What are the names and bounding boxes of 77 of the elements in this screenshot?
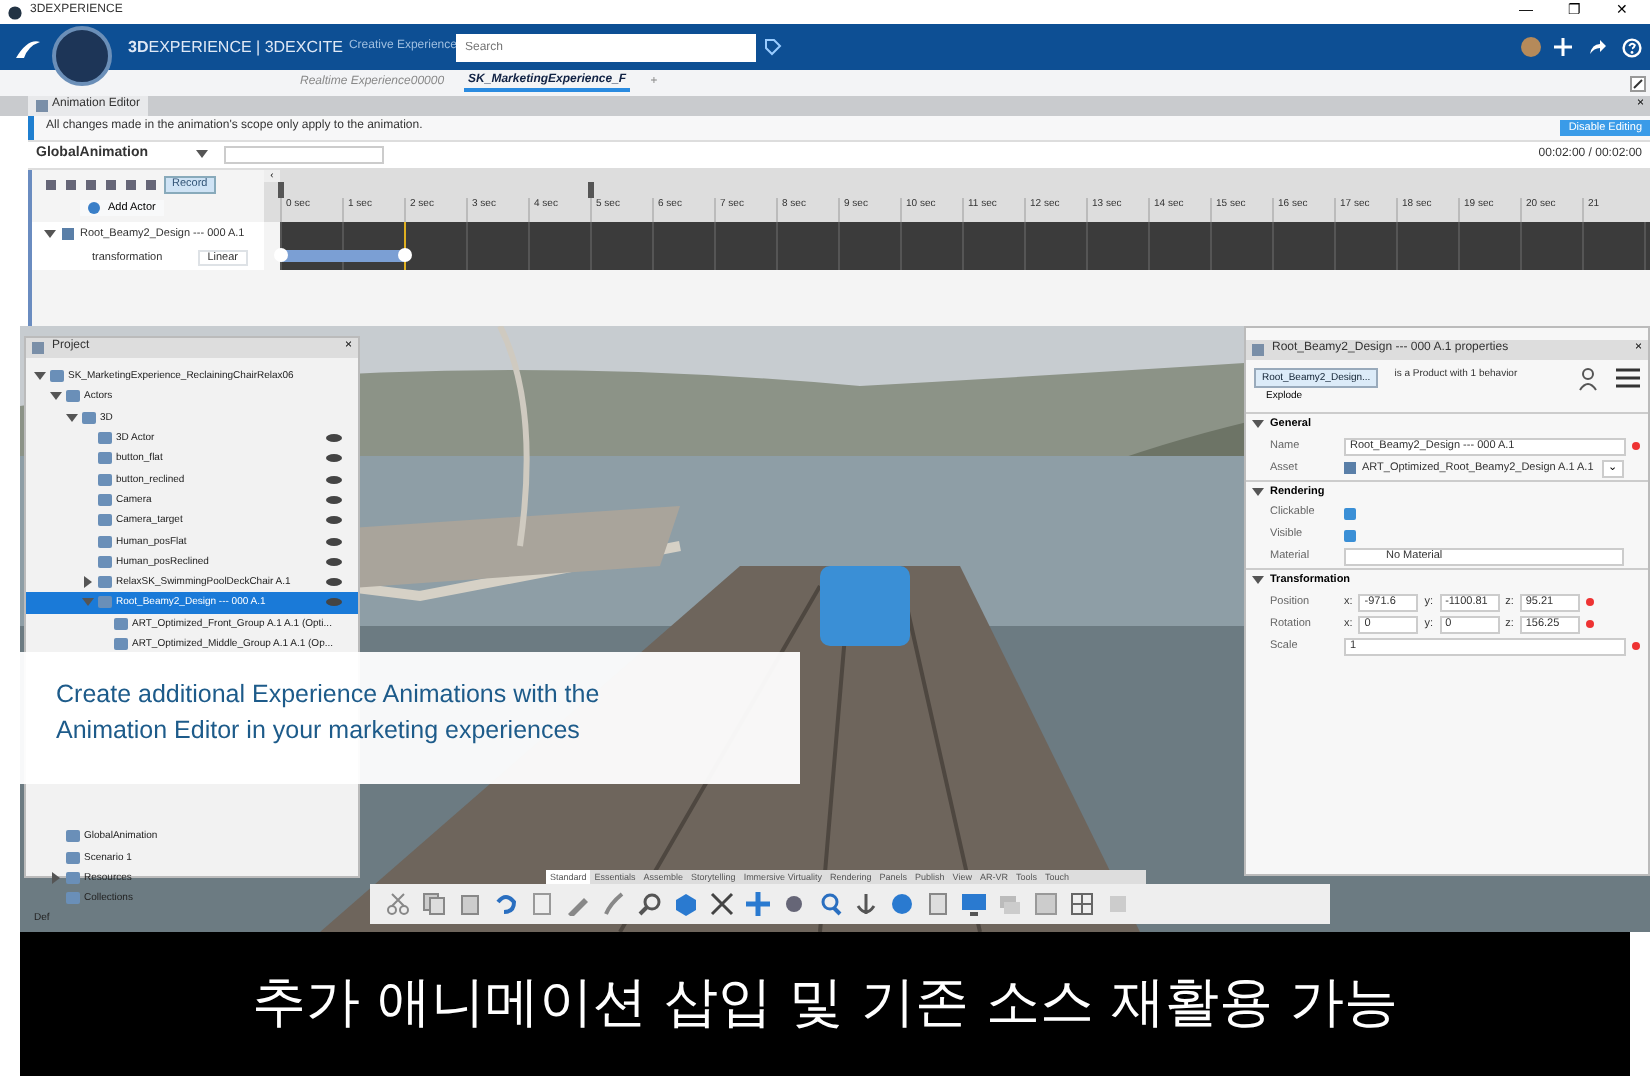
node-icon: [98, 432, 112, 445]
node-icon: [98, 514, 112, 527]
actor-icon: [88, 201, 100, 214]
node-icon: [98, 535, 112, 548]
anchor-icon[interactable]: [854, 892, 878, 917]
scissors-icon[interactable]: [386, 892, 410, 917]
node-icon: [98, 555, 112, 568]
paste-icon[interactable]: [458, 892, 482, 917]
app-title: 3DEXPERIENCE | 3DEXCITE: [128, 37, 343, 57]
expand-toggle-icon[interactable]: [50, 871, 62, 884]
status-dot: [1585, 620, 1594, 629]
fit-icon[interactable]: [710, 892, 734, 917]
brush-icon[interactable]: [602, 892, 626, 917]
node-icon: [66, 871, 80, 884]
compass-icon[interactable]: [52, 25, 112, 85]
add-user-icon[interactable]: [1576, 368, 1600, 392]
status-dot: [1632, 642, 1640, 651]
sphere-icon[interactable]: [890, 892, 914, 917]
panel-icon: [1252, 344, 1264, 356]
node-icon: [114, 638, 128, 650]
share-icon[interactable]: [1588, 38, 1606, 56]
node-icon: [66, 830, 80, 843]
caret-icon: [1252, 485, 1264, 498]
undo-icon[interactable]: [494, 892, 518, 917]
grid-icon[interactable]: [1070, 892, 1094, 917]
subtitle-text: 추가 애니메이션 삽입 및 기존 소스 재활용 가능: [20, 932, 1630, 1076]
caret-icon: [1252, 418, 1264, 431]
expand-toggle-icon[interactable]: [44, 228, 56, 240]
expand-icon[interactable]: [1630, 75, 1646, 91]
status-dot: [1632, 442, 1640, 451]
plus-icon[interactable]: [1554, 38, 1572, 56]
tag-icon[interactable]: [764, 38, 783, 56]
caret-icon[interactable]: [196, 150, 208, 160]
cube-icon[interactable]: [674, 892, 698, 917]
node-icon: [98, 473, 112, 486]
caption-text: Create additional Experience Animations with the: [56, 678, 602, 712]
caret-icon: [1252, 574, 1264, 587]
expand-toggle-icon[interactable]: [82, 576, 94, 589]
object-icon: [62, 228, 74, 240]
monitor-icon[interactable]: [962, 892, 986, 917]
expand-toggle-icon[interactable]: [34, 370, 46, 383]
pen-icon[interactable]: [566, 892, 590, 917]
animation-clip[interactable]: [280, 250, 404, 262]
node-icon: [98, 493, 112, 506]
caption-text: Animation Editor in your marketing experiences: [56, 714, 582, 749]
expand-toggle-icon[interactable]: [50, 390, 62, 403]
expand-toggle-icon[interactable]: [66, 411, 78, 424]
node-icon: [66, 390, 80, 403]
status-dot: [1585, 598, 1594, 607]
copy-icon[interactable]: [422, 892, 446, 917]
checkbox[interactable]: [1344, 529, 1356, 542]
keyframe-icon[interactable]: [398, 248, 412, 262]
page-icon[interactable]: [926, 892, 950, 917]
marker-icon[interactable]: [278, 182, 284, 198]
node-icon: [98, 596, 112, 609]
node-icon: [66, 851, 80, 864]
move-icon[interactable]: [746, 892, 770, 917]
help-icon[interactable]: [1622, 37, 1642, 57]
search-icon[interactable]: [638, 892, 662, 917]
object-icon: [1344, 462, 1356, 475]
checkbox[interactable]: [1344, 507, 1356, 520]
panel-icon: [32, 342, 44, 354]
node-icon: [114, 617, 128, 630]
node-icon: [82, 411, 96, 424]
zoom-icon[interactable]: [818, 892, 842, 917]
avatar-icon[interactable]: [1520, 36, 1542, 58]
node-icon: [98, 452, 112, 465]
marker-icon[interactable]: [588, 182, 594, 198]
node-icon: [50, 370, 64, 383]
keyframe-icon[interactable]: [274, 248, 288, 262]
menu-icon[interactable]: [1616, 368, 1640, 388]
stop-icon[interactable]: [84, 177, 98, 192]
node-icon: [98, 576, 112, 589]
app-logo-icon: [8, 5, 22, 19]
timeline-icon: [36, 100, 48, 112]
node-icon: [66, 892, 80, 905]
expand-toggle-icon[interactable]: [82, 596, 94, 609]
